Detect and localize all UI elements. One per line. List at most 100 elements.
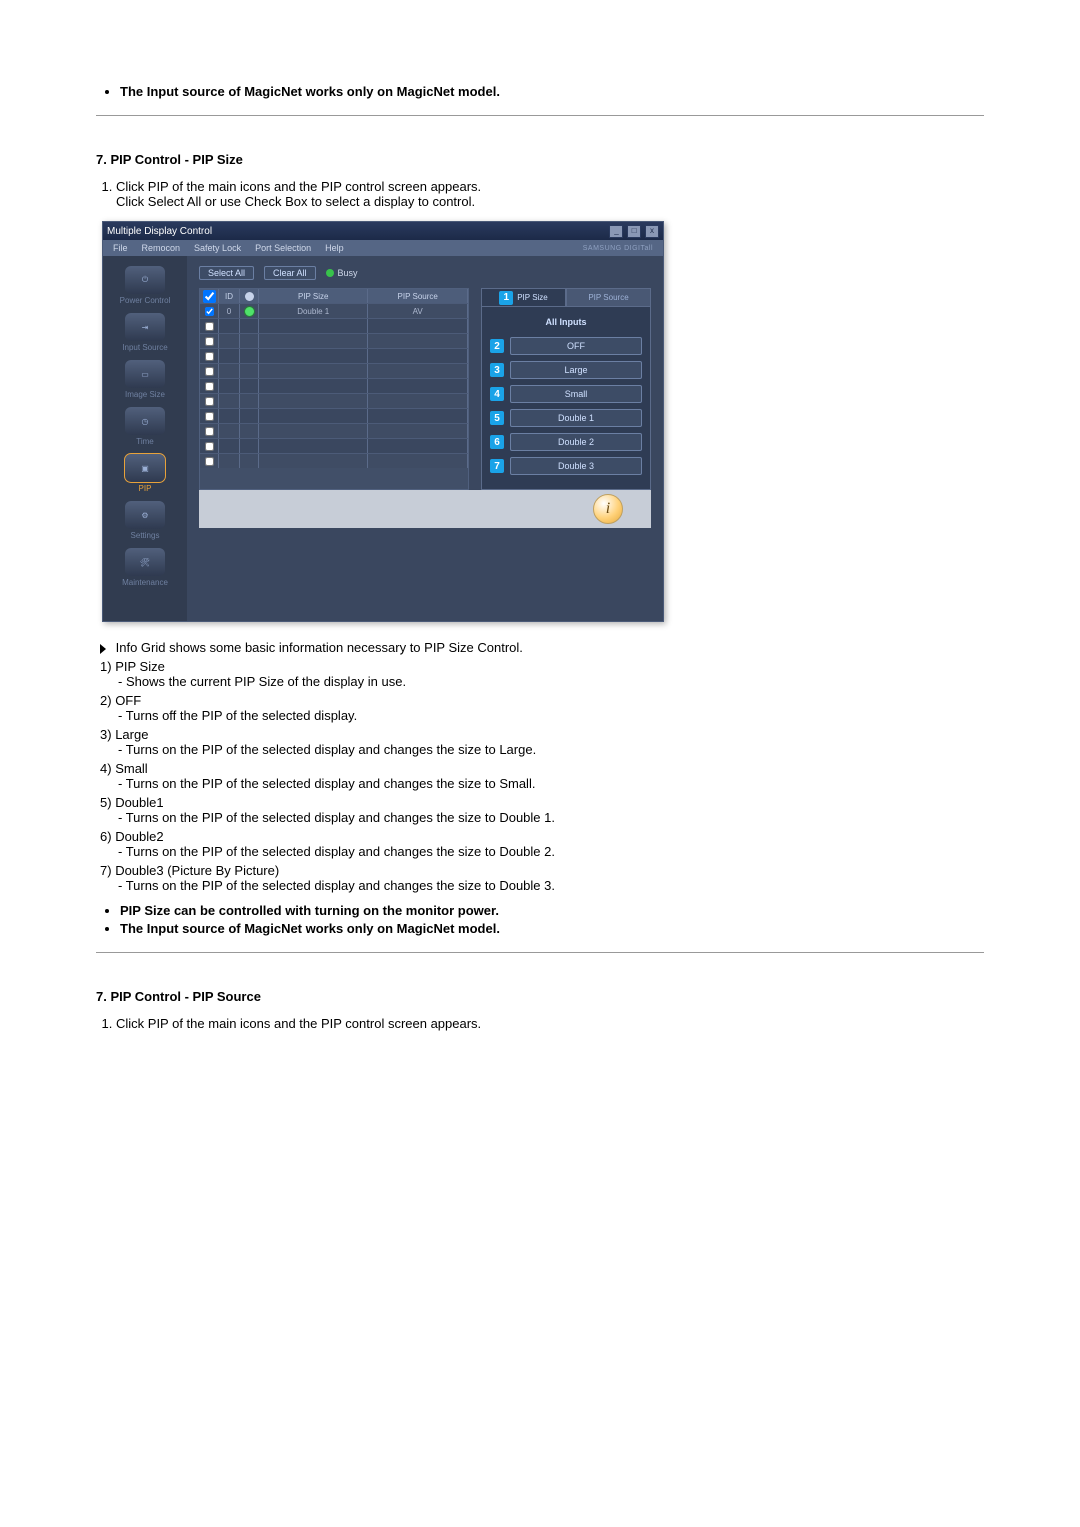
- busy-dot-icon: [326, 269, 334, 277]
- menu-file[interactable]: File: [113, 243, 128, 253]
- input-icon: ⇥: [142, 323, 149, 332]
- panel-tabs: 1PIP Size PIP Source: [481, 288, 651, 306]
- help-orb-icon[interactable]: i: [593, 494, 623, 524]
- small-button[interactable]: Small: [510, 385, 642, 403]
- sidebar-item-settings[interactable]: ⚙ Settings: [114, 501, 176, 540]
- tab-pip-size[interactable]: 1PIP Size: [481, 288, 566, 306]
- double3-button[interactable]: Double 3: [510, 457, 642, 475]
- sidebar-item-time[interactable]: ◷ Time: [114, 407, 176, 446]
- toolbar: Select All Clear All Busy: [199, 266, 651, 280]
- sidebar-item-image-size[interactable]: ▭Image Size: [114, 360, 176, 399]
- row-checkbox[interactable]: [205, 367, 214, 376]
- callout-6: 6: [490, 435, 504, 449]
- row-checkbox[interactable]: [205, 322, 214, 331]
- list-item: 7) Double3 (Picture By Picture)- Turns o…: [100, 863, 984, 893]
- sidebar-item-maintenance[interactable]: 🛠Maintenance: [114, 548, 176, 587]
- row-checkbox[interactable]: [205, 337, 214, 346]
- sidebar-label: Power Control: [120, 296, 171, 305]
- table-row[interactable]: [200, 318, 468, 333]
- row-id: 0: [219, 304, 240, 318]
- section-heading-pip-size: 7. PIP Control - PIP Size: [96, 152, 984, 167]
- row-checkbox[interactable]: [205, 412, 214, 421]
- menu-remocon[interactable]: Remocon: [142, 243, 181, 253]
- table-row[interactable]: [200, 333, 468, 348]
- item-desc: - Turns on the PIP of the selected displ…: [118, 810, 984, 825]
- table-row[interactable]: [200, 438, 468, 453]
- col-check[interactable]: [200, 289, 219, 303]
- sidebar-label: Settings: [131, 531, 160, 540]
- menubar: File Remocon Safety Lock Port Selection …: [103, 240, 663, 256]
- item-desc: - Turns off the PIP of the selected disp…: [118, 708, 984, 723]
- menu-port-selection[interactable]: Port Selection: [255, 243, 311, 253]
- large-button[interactable]: Large: [510, 361, 642, 379]
- power-icon: ⏻: [142, 275, 148, 285]
- sidebar: ⏻ Power Control ⇥ Input Source ▭Image Size…: [103, 256, 187, 621]
- list-item: 2) OFF- Turns off the PIP of the selecte…: [100, 693, 984, 723]
- sidebar-label: Input Source: [122, 343, 167, 352]
- table-row[interactable]: [200, 378, 468, 393]
- row-checkbox[interactable]: [205, 442, 214, 451]
- gear-icon: ⚙: [141, 511, 148, 520]
- off-button[interactable]: OFF: [510, 337, 642, 355]
- double2-button[interactable]: Double 2: [510, 433, 642, 451]
- col-status: [240, 289, 259, 303]
- list-item: 6) Double2- Turns on the PIP of the sele…: [100, 829, 984, 859]
- tab-label: PIP Source: [588, 293, 628, 302]
- image-size-icon: ▭: [141, 370, 149, 379]
- item-desc: - Shows the current PIP Size of the disp…: [118, 674, 984, 689]
- table-row[interactable]: [200, 348, 468, 363]
- double1-button[interactable]: Double 1: [510, 409, 642, 427]
- table-row[interactable]: [200, 453, 468, 468]
- panel-body: All Inputs 2OFF 3Large 4Small 5Double 1 …: [481, 306, 651, 490]
- wrench-icon: 🛠: [140, 558, 150, 567]
- item-label: PIP Size: [115, 659, 165, 674]
- item-num: 5): [100, 795, 112, 810]
- busy-label: Busy: [338, 268, 358, 278]
- row-checkbox[interactable]: [205, 382, 214, 391]
- busy-indicator: Busy: [326, 268, 358, 278]
- callout-1: 1: [499, 291, 513, 305]
- triangle-bullet-icon: [100, 644, 106, 654]
- callout-2: 2: [490, 339, 504, 353]
- row-checkbox[interactable]: [205, 397, 214, 406]
- row-checkbox[interactable]: [205, 352, 214, 361]
- sidebar-item-input-source[interactable]: ⇥ Input Source: [114, 313, 176, 352]
- table-row[interactable]: 0 Double 1 AV: [200, 303, 468, 318]
- steps-list-2: Click PIP of the main icons and the PIP …: [116, 1016, 984, 1031]
- item-num: 1): [100, 659, 112, 674]
- col-id: ID: [219, 289, 240, 303]
- step-1: Click PIP of the main icons and the PIP …: [116, 1016, 984, 1031]
- minimize-button[interactable]: _: [609, 225, 623, 238]
- step-1-text: Click PIP of the main icons and the PIP …: [116, 179, 481, 194]
- table-row[interactable]: [200, 408, 468, 423]
- sidebar-item-pip[interactable]: ▣PIP: [114, 454, 176, 493]
- row-checkbox[interactable]: [205, 307, 214, 316]
- select-all-button[interactable]: Select All: [199, 266, 254, 280]
- clock-icon: ◷: [142, 417, 149, 426]
- maximize-button[interactable]: □: [627, 225, 641, 238]
- menu-help[interactable]: Help: [325, 243, 344, 253]
- menu-safety-lock[interactable]: Safety Lock: [194, 243, 241, 253]
- status-on-icon: [244, 306, 255, 317]
- clear-all-button[interactable]: Clear All: [264, 266, 316, 280]
- callout-5: 5: [490, 411, 504, 425]
- item-label: Large: [115, 727, 148, 742]
- status-icon: [245, 292, 254, 301]
- sidebar-item-power-control[interactable]: ⏻ Power Control: [114, 266, 176, 305]
- sidebar-label: Time: [136, 437, 153, 446]
- note-item: The Input source of MagicNet works only …: [120, 921, 984, 936]
- table-row[interactable]: [200, 423, 468, 438]
- row-pip-source: AV: [368, 304, 468, 318]
- table-row[interactable]: [200, 363, 468, 378]
- tab-pip-source[interactable]: PIP Source: [566, 288, 651, 306]
- row-checkbox[interactable]: [205, 427, 214, 436]
- divider: [96, 115, 984, 116]
- check-all[interactable]: [203, 290, 216, 303]
- item-num: 3): [100, 727, 112, 742]
- item-label: OFF: [115, 693, 141, 708]
- row-checkbox[interactable]: [205, 457, 214, 466]
- col-pip-size: PIP Size: [259, 289, 368, 303]
- row-pip-size: Double 1: [259, 304, 368, 318]
- close-button[interactable]: x: [645, 225, 659, 238]
- table-row[interactable]: [200, 393, 468, 408]
